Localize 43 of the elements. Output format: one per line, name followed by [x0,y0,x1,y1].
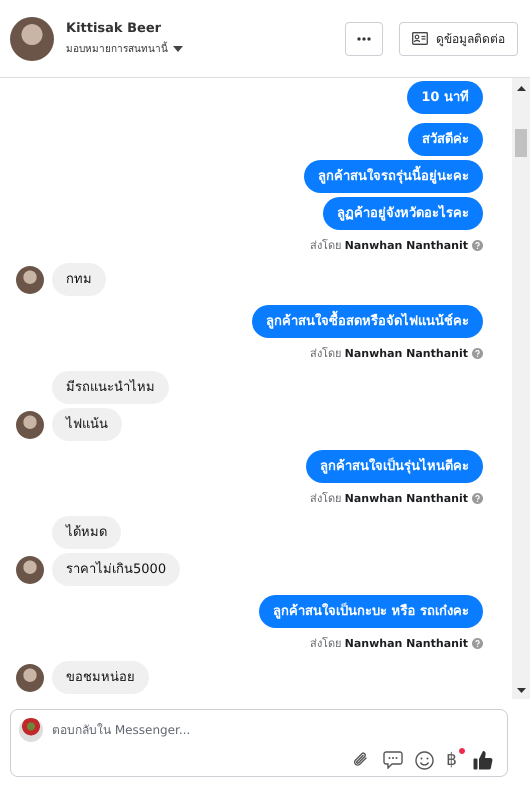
contact-info-button[interactable]: ดูข้อมูลติดต่อ [399,22,518,56]
scroll-down-icon[interactable] [516,688,526,693]
sent-message: ลูกค้าสนใจเป็นรุ่นไหนดีคะ [306,450,483,483]
received-message: ไฟแน้น [52,408,122,441]
sent-message: ลูกค้าสนใจซื้อสดหรือจัดไฟแนน้ช์คะ [252,305,483,338]
contact-card-icon [412,32,428,45]
sent-message: 10 นาที [407,81,483,114]
scrollbar[interactable] [512,78,530,699]
sent-message: ลูกค้าสนใจเป็นกะบะ หรือ รถเก๋งคะ [258,595,483,628]
contact-name: Kittisak Beer [66,21,162,36]
received-message: มีรถแนะนำไหม [52,371,169,404]
reply-box[interactable]: ตอบกลับใน Messenger... ฿ [10,709,508,777]
sender-note: ส่งโดย Nanwhan Nanthanit [310,636,468,652]
more-icon [357,36,371,40]
avatar [16,266,44,294]
received-message: ได้หมด [52,516,121,549]
sent-message: สวัสดีค่ะ [408,123,483,156]
page-avatar [19,718,43,742]
avatar [16,664,44,692]
avatar [10,16,54,60]
avatar [16,410,44,438]
help-icon[interactable] [472,240,483,250]
emoji-icon[interactable] [415,750,434,770]
help-icon[interactable] [472,348,483,358]
thumbs-up-icon[interactable] [473,750,493,770]
received-message: ขอชมหน่อย [52,661,149,694]
received-message: ราคาไม่เกิน5000 [52,553,180,586]
scrollbar-thumb[interactable] [515,129,527,157]
help-icon[interactable] [472,492,483,504]
sender-note: ส่งโดย Nanwhan Nanthanit [310,346,468,362]
caret-icon [173,46,183,52]
payment-button[interactable]: ฿ [446,750,461,770]
received-message: กทม [52,263,106,296]
sent-message: ลูฏค้าอยู่จังหวัดอะไรคะ [323,197,483,230]
chat-bubble-icon[interactable] [383,751,404,769]
assign-dropdown[interactable]: มอบหมายการสนทนานี้ [66,41,345,56]
more-button[interactable] [345,22,383,56]
sent-message: ลูกค้าสนใจรถรุ่นนี้อยู่นะคะ [304,160,483,193]
sender-note: ส่งโดย Nanwhan Nanthanit [310,238,468,254]
scroll-up-icon[interactable] [516,86,526,91]
help-icon[interactable] [472,638,483,648]
sender-note: ส่งโดย Nanwhan Nanthanit [310,491,468,507]
avatar [16,556,44,584]
